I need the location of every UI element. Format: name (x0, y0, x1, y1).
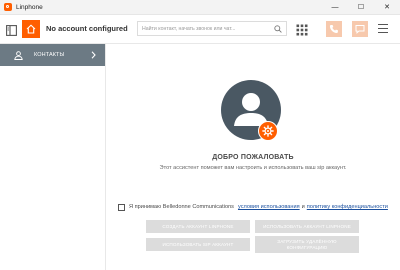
minimize-button[interactable]: — (322, 0, 348, 14)
welcome-title: ДОБРО ПОЖАЛОВАТЬ (212, 154, 294, 161)
close-window-button[interactable]: ✕ (374, 0, 400, 14)
main-menu-button[interactable] (378, 24, 388, 33)
phone-icon (329, 25, 338, 33)
terms-agreement: Я принимаю Belledonne Communications усл… (118, 202, 388, 212)
search-icon (274, 25, 282, 33)
welcome-subtitle: Этот ассистент поможет вам настроить и и… (159, 165, 347, 171)
chevron-right-icon (91, 51, 96, 59)
privacy-policy-link[interactable]: политику конфиденциальности (307, 204, 388, 210)
create-linphone-account-button[interactable]: СОЗДАТЬ АККАУНТ LINPHONE (146, 220, 250, 233)
new-chat-button[interactable] (352, 21, 368, 37)
sidebar-item-label: КОНТАКТЫ (34, 52, 65, 58)
fetch-remote-config-label-2: КОНФИГУРАЦИЮ (286, 244, 328, 250)
contacts-icon (14, 50, 23, 60)
gear-icon (262, 125, 274, 137)
hamburger-line (378, 27, 388, 30)
terms-and: и (301, 204, 305, 210)
collapse-sidebar-button[interactable] (6, 23, 17, 36)
home-button[interactable] (22, 20, 40, 38)
top-toolbar: No account configured (0, 15, 400, 44)
home-icon (26, 24, 36, 34)
use-linphone-account-button[interactable]: ИСПОЛЬЗОВАТЬ АККАУНТ LINPHONE (255, 220, 359, 233)
welcome-panel: ДОБРО ПОЖАЛОВАТЬ Этот ассистент поможет … (106, 44, 400, 270)
terms-checkbox[interactable] (118, 203, 125, 211)
hamburger-line (378, 24, 388, 26)
new-call-button[interactable] (326, 21, 342, 37)
sidebar-toggle-icon (6, 25, 17, 36)
linphone-logo-icon (4, 3, 12, 11)
sidebar: КОНТАКТЫ (0, 44, 106, 270)
hamburger-line (378, 31, 388, 33)
maximize-button[interactable]: ☐ (348, 0, 374, 14)
search-box[interactable] (137, 21, 287, 36)
sidebar-item-contacts[interactable]: КОНТАКТЫ (0, 44, 105, 66)
dialpad-icon (296, 24, 308, 36)
chat-icon (355, 25, 365, 34)
dialpad-button[interactable] (296, 23, 308, 36)
terms-of-use-link[interactable]: условия использования (238, 204, 300, 210)
window-controls: — ☐ ✕ (322, 0, 400, 14)
terms-prefix: Я принимаю Belledonne Communications (129, 204, 234, 210)
window-titlebar: Linphone — ☐ ✕ (0, 0, 400, 15)
account-status-label[interactable]: No account configured (46, 24, 128, 33)
use-sip-account-button[interactable]: ИСПОЛЬЗОВАТЬ SIP АККАУНТ (146, 238, 250, 251)
fetch-remote-config-button[interactable]: ЗАГРУЗИТЬ УДАЛЁННУЮ КОНФИГУРАЦИЮ (255, 236, 359, 253)
settings-badge (258, 121, 278, 141)
search-input[interactable] (142, 24, 268, 34)
window-title: Linphone (16, 3, 43, 11)
